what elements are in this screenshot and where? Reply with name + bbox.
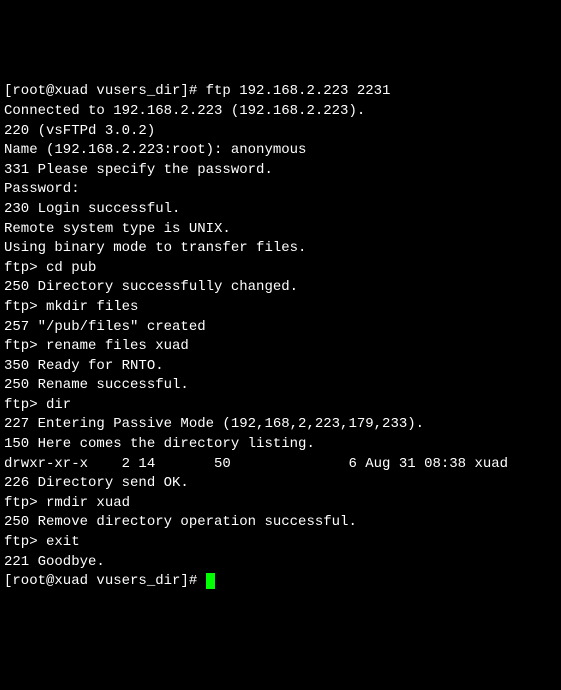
terminal-line: 226 Directory send OK. xyxy=(4,474,557,494)
terminal-line: Using binary mode to transfer files. xyxy=(4,239,557,259)
terminal-line: ftp> exit xyxy=(4,533,557,553)
terminal-line: 250 Directory successfully changed. xyxy=(4,278,557,298)
terminal-output[interactable]: [root@xuad vusers_dir]# ftp 192.168.2.22… xyxy=(4,82,557,591)
terminal-line: 350 Ready for RNTO. xyxy=(4,357,557,377)
terminal-line: 220 (vsFTPd 3.0.2) xyxy=(4,122,557,142)
prompt-line[interactable]: [root@xuad vusers_dir]# xyxy=(4,572,557,592)
terminal-line: 250 Rename successful. xyxy=(4,376,557,396)
terminal-line: Name (192.168.2.223:root): anonymous xyxy=(4,141,557,161)
terminal-line: 331 Please specify the password. xyxy=(4,161,557,181)
terminal-line: ftp> dir xyxy=(4,396,557,416)
terminal-line: Password: xyxy=(4,180,557,200)
terminal-line: ftp> rename files xuad xyxy=(4,337,557,357)
terminal-line: 257 "/pub/files" created xyxy=(4,318,557,338)
shell-prompt: [root@xuad vusers_dir]# xyxy=(4,573,206,589)
terminal-line: ftp> rmdir xuad xyxy=(4,494,557,514)
terminal-line: 227 Entering Passive Mode (192,168,2,223… xyxy=(4,415,557,435)
terminal-line: Connected to 192.168.2.223 (192.168.2.22… xyxy=(4,102,557,122)
terminal-line: ftp> cd pub xyxy=(4,259,557,279)
terminal-line: drwxr-xr-x 2 14 50 6 Aug 31 08:38 xuad xyxy=(4,455,557,475)
terminal-line: ftp> mkdir files xyxy=(4,298,557,318)
cursor-icon xyxy=(206,573,215,589)
terminal-line: 221 Goodbye. xyxy=(4,553,557,573)
terminal-line: 250 Remove directory operation successfu… xyxy=(4,513,557,533)
terminal-line: Remote system type is UNIX. xyxy=(4,220,557,240)
terminal-line: 150 Here comes the directory listing. xyxy=(4,435,557,455)
terminal-line: [root@xuad vusers_dir]# ftp 192.168.2.22… xyxy=(4,82,557,102)
terminal-line: 230 Login successful. xyxy=(4,200,557,220)
